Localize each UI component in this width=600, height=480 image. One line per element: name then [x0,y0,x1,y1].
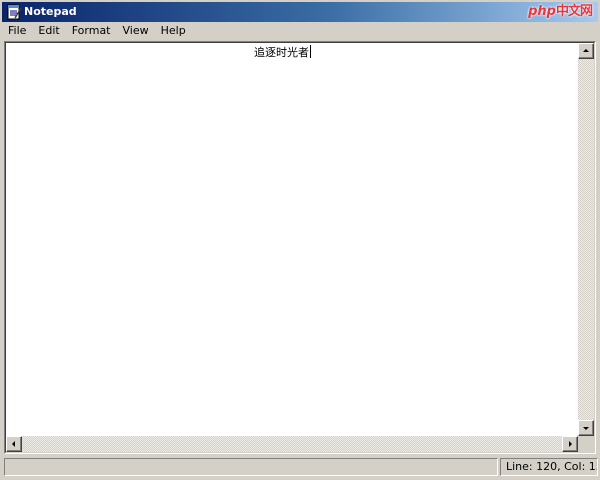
arrow-up-icon [583,49,589,52]
text-editor[interactable]: 追逐时光者 [6,43,578,436]
text-line: 追逐时光者 [254,45,311,60]
scroll-left-button[interactable] [6,436,22,452]
notepad-icon[interactable] [6,4,22,20]
status-pane-main [4,458,498,476]
watermark-brand: php [528,4,556,19]
text-caret [310,45,311,58]
watermark-logo: php中文网 [528,3,593,21]
menu-edit[interactable]: Edit [32,22,65,40]
scroll-down-button[interactable] [578,420,594,436]
editor-inner: 追逐时光者 [5,42,595,453]
arrow-left-icon [12,441,15,447]
menu-help[interactable]: Help [155,22,192,40]
horizontal-scrollbar[interactable] [6,436,578,452]
watermark-site: 中文网 [555,4,593,19]
menu-bar: File Edit Format View Help [2,22,598,40]
status-bar: Line: 120, Col: 15 [2,457,598,477]
scroll-up-button[interactable] [578,43,594,59]
menu-format[interactable]: Format [66,22,117,40]
arrow-right-icon [569,441,572,447]
status-line-col: Line: 120, Col: 15 [500,458,598,476]
editor-frame: 追逐时光者 [4,41,596,454]
scrollbar-corner [578,436,594,452]
notepad-window: Notepad php中文网 File Edit Format View Hel… [0,0,600,480]
vertical-scrollbar[interactable] [578,43,594,436]
menu-file[interactable]: File [2,22,32,40]
editor-text: 追逐时光者 [254,46,309,59]
window-title: Notepad [24,5,77,18]
arrow-down-icon [583,427,589,430]
title-bar[interactable]: Notepad php中文网 [2,2,598,22]
scroll-right-button[interactable] [562,436,578,452]
menu-view[interactable]: View [117,22,155,40]
